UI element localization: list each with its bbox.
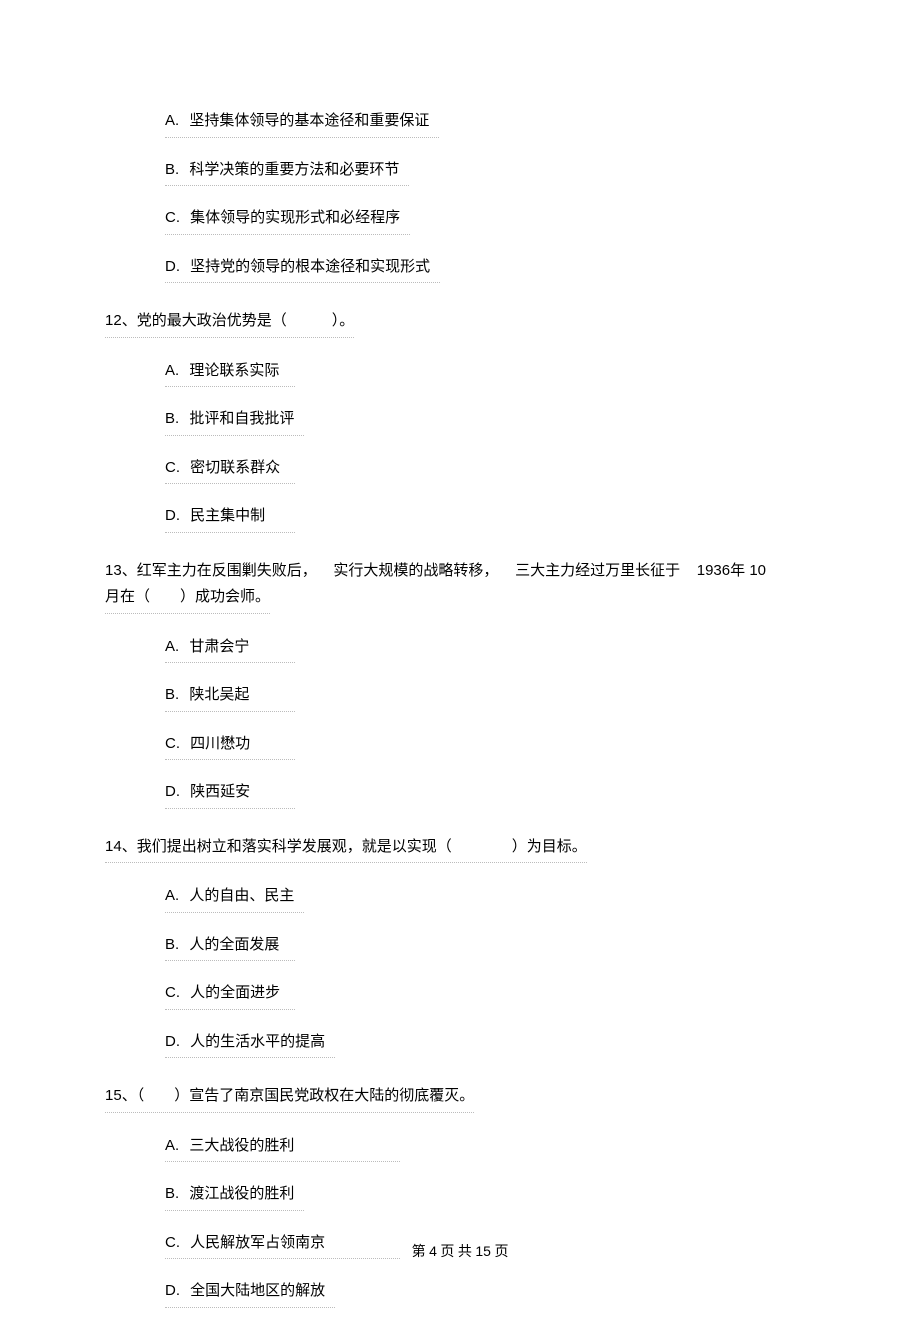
q13-option-c: C. 四川懋功 [165,733,295,761]
q13-part-a: 、红军主力在反围剿失败后， [122,562,317,579]
option-text: 陕西延安 [190,783,250,800]
q13-year: 1936 [697,562,730,579]
q13-part-e: 10 [749,562,766,579]
option-text: 密切联系群众 [190,459,280,476]
option-letter: B. [165,161,179,178]
question-number: 14 [105,838,122,855]
question-text: 、我们提出树立和落实科学发展观，就是以实现（ ）为目标。 [122,838,587,855]
option-letter: B. [165,686,179,703]
option-text: 理论联系实际 [189,362,279,379]
q12-option-c: C. 密切联系群众 [165,457,295,485]
option-text: 三大战役的胜利 [189,1137,294,1154]
footer-total: 15 [475,1243,491,1259]
option-text: 科学决策的重要方法和必要环节 [189,161,399,178]
option-letter: C. [165,209,180,226]
q15-option-d: D. 全国大陆地区的解放 [165,1280,335,1308]
question-text-line: 14、我们提出树立和落实科学发展观，就是以实现（ ）为目标。 [105,836,587,864]
option-letter: A. [165,112,179,129]
option-letter: A. [165,1137,179,1154]
q13-part-b: 实行大规模的战略转移， [333,562,498,579]
option-letter: B. [165,1185,179,1202]
option-letter: D. [165,783,180,800]
q15-option-a: A. 三大战役的胜利 [165,1135,400,1163]
option-text: 全国大陆地区的解放 [190,1282,325,1299]
question-number: 12 [105,312,122,329]
q14-option-b: B. 人的全面发展 [165,934,295,962]
q12-option-d: D. 民主集中制 [165,505,295,533]
question-text: 、（ ）宣告了南京国民党政权在大陆的彻底覆灭。 [122,1087,475,1104]
document-page: A. 坚持集体领导的基本途径和重要保证 B. 科学决策的重要方法和必要环节 C.… [0,0,920,1303]
option-text: 人的自由、民主 [189,887,294,904]
option-text: 坚持集体领导的基本途径和重要保证 [189,112,429,129]
footer-pre: 第 [412,1245,426,1260]
option-letter: D. [165,258,180,275]
option-text: 人的生活水平的提高 [190,1033,325,1050]
option-letter: C. [165,459,180,476]
footer-mid: 页 共 [440,1245,472,1260]
option-text: 批评和自我批评 [189,410,294,427]
q11-option-b: B. 科学决策的重要方法和必要环节 [165,159,409,187]
page-footer: 第 4 页 共 15 页 [0,1241,920,1263]
option-letter: B. [165,410,179,427]
option-text: 民主集中制 [190,507,265,524]
option-text: 人的全面进步 [190,984,280,1001]
q11-option-d: D. 坚持党的领导的根本途径和实现形式 [165,256,440,284]
q12-stem: 12、党的最大政治优势是（ ）。 [105,310,815,338]
option-text: 集体领导的实现形式和必经程序 [190,209,400,226]
footer-page: 4 [429,1243,437,1259]
q12-option-b: B. 批评和自我批评 [165,408,304,436]
option-letter: A. [165,362,179,379]
question-number: 13 [105,562,122,579]
option-letter: A. [165,887,179,904]
q13-option-d: D. 陕西延安 [165,781,295,809]
option-letter: B. [165,936,179,953]
q14-option-c: C. 人的全面进步 [165,982,295,1010]
q11-option-a: A. 坚持集体领导的基本途径和重要保证 [165,110,439,138]
q13-part-d: 年 [730,562,745,579]
q11-option-c: C. 集体领导的实现形式和必经程序 [165,207,410,235]
q14-stem: 14、我们提出树立和落实科学发展观，就是以实现（ ）为目标。 [105,836,815,864]
option-letter: D. [165,507,180,524]
option-text: 渡江战役的胜利 [189,1185,294,1202]
q13-stem: 13、红军主力在反围剿失败后， 实行大规模的战略转移， 三大主力经过万里长征于 … [105,560,815,583]
option-text: 坚持党的领导的根本途径和实现形式 [190,258,430,275]
option-text: 甘肃会宁 [189,638,249,655]
option-text: 四川懋功 [190,735,250,752]
question-number: 15 [105,1087,122,1104]
q12-option-a: A. 理论联系实际 [165,360,295,388]
option-letter: C. [165,735,180,752]
q15-stem: 15、（ ）宣告了南京国民党政权在大陆的彻底覆灭。 [105,1085,815,1113]
option-letter: D. [165,1282,180,1299]
question-text: 、党的最大政治优势是（ ）。 [122,312,355,329]
option-text: 陕北吴起 [189,686,249,703]
option-letter: D. [165,1033,180,1050]
option-letter: A. [165,638,179,655]
q14-option-d: D. 人的生活水平的提高 [165,1031,335,1059]
q15-option-b: B. 渡江战役的胜利 [165,1183,304,1211]
q14-option-a: A. 人的自由、民主 [165,885,304,913]
q13-part-c: 三大主力经过万里长征于 [515,562,680,579]
question-text-line: 15、（ ）宣告了南京国民党政权在大陆的彻底覆灭。 [105,1085,474,1113]
footer-post: 页 [494,1245,508,1260]
q13-option-a: A. 甘肃会宁 [165,636,295,664]
option-text: 人的全面发展 [189,936,279,953]
option-letter: C. [165,984,180,1001]
q13-option-b: B. 陕北吴起 [165,684,295,712]
q13-line2: 月在（ ）成功会师。 [105,586,270,614]
question-text-line: 12、党的最大政治优势是（ ）。 [105,310,354,338]
